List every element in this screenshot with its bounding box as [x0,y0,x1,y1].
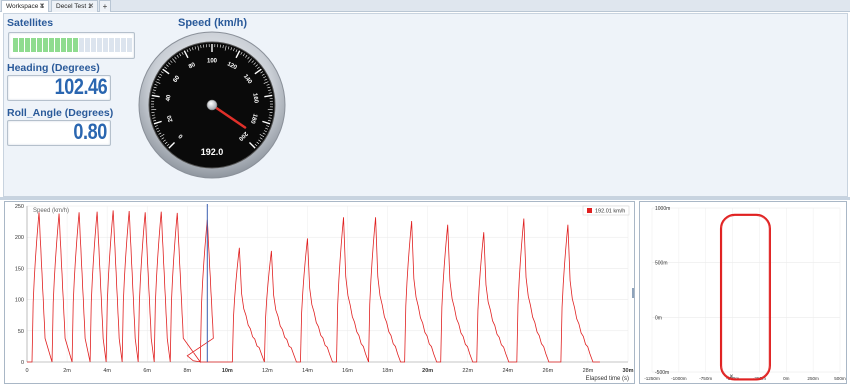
satellite-segment [49,38,54,52]
x-tick-label: 500m [834,376,846,381]
resize-handle[interactable] [632,288,634,298]
x-tick-label: 250m [807,376,819,381]
satellite-segment [13,38,18,52]
add-tab-button[interactable]: + [99,0,111,12]
satellite-segment [127,38,132,52]
satellite-segment [115,38,120,52]
track-map-chart[interactable]: 1000m500m0m-500m -1250m -1000m -750m -500m -… [640,202,846,383]
panel-splitter[interactable] [0,197,850,200]
x-tick-label: 10m [222,368,233,374]
app-window: Workspace 1 ✕ Decel Test 1 ✕ + Satellite… [0,0,850,387]
legend-label: 192.01 km/h [595,209,625,215]
x-tick-label: 8m [183,368,191,374]
x-tick-label: 2m [63,368,71,374]
satellite-segment [43,38,48,52]
map-y-ticks: 1000m500m0m-500m [655,206,670,376]
tab-workspace-1[interactable]: Workspace 1 ✕ [1,0,49,12]
chart-grid [26,205,629,363]
satellite-segment [79,38,84,52]
satellite-segment [73,38,78,52]
satellite-segment [91,38,96,52]
satellite-segment [97,38,102,52]
satellite-segment [19,38,24,52]
y-tick-label: 0m [655,315,662,321]
tab-bar: Workspace 1 ✕ Decel Test 1 ✕ + [0,0,850,12]
gauge-readout: 192.0 [201,147,224,157]
x-tick-label: 22m [462,368,473,374]
y-axis-ticks: 0 50 100 150 200 250 [15,204,24,366]
heading-value-box: 102.46 [7,74,111,101]
map-grid [651,207,841,373]
x-tick-label: -1000m [671,376,687,381]
heading-label: Heading (Degrees) [7,62,100,74]
tab-label: Decel Test 1 [56,3,92,10]
satellite-segment [37,38,42,52]
track-path [719,213,771,381]
x-tick-label: 30m [622,368,633,374]
y-tick-label: 1000m [655,206,670,212]
legend-swatch [587,208,592,213]
x-tick-label: 16m [342,368,353,374]
dashboard-panel: Satellites Heading (Degrees) 102.46 Roll… [3,13,848,197]
x-axis-label: Elapsed time (s) [586,376,629,382]
legend: 192.01 km/h [582,205,630,216]
vehicle-position-marker: × [729,374,733,381]
y-tick-label: 100 [15,298,24,304]
satellite-segment [121,38,126,52]
speed-chart-pane: 0 50 100 150 200 250 0 2m 4m 6m 8m 10m 12m 14m 16m 18m… [4,201,635,384]
gauge-hub [206,99,218,111]
y-tick-label: 50 [18,329,24,335]
satellite-segment [109,38,114,52]
y-tick-label: 250 [15,204,24,210]
x-tick-label: 4m [103,368,111,374]
x-tick-label: 26m [543,368,554,374]
speed-series-line [27,210,600,364]
speed-gauge: 020406080100 120140160180200 192.0 [138,31,286,179]
x-tick-label: -750m [699,376,712,381]
x-tick-label: 12m [262,368,273,374]
close-icon[interactable]: ✕ [39,1,45,13]
roll-angle-value: 0.80 [73,119,108,144]
satellites-indicator [8,32,135,59]
roll-angle-label: Roll_Angle (Degrees) [7,107,114,119]
satellite-segment [61,38,66,52]
x-tick-label: 6m [143,368,151,374]
heading-value: 102.46 [54,74,107,99]
x-tick-label: 24m [502,368,513,374]
x-tick-label: 0m [783,376,790,381]
x-tick-label: 18m [382,368,393,374]
x-tick-label: -1250m [644,376,660,381]
gauge-tick-label: 100 [207,59,218,65]
y-tick-label: 150 [15,266,24,272]
x-tick-label: 14m [302,368,313,374]
chart-title: Speed (km/h) [33,208,69,214]
satellite-segment [25,38,30,52]
satellites-label: Satellites [7,17,54,29]
x-axis-ticks: 0 2m 4m 6m 8m 10m 12m 14m 16m 18m 20m 22m 24m 26m 28m 3… [25,368,633,374]
y-tick-label: 500m [655,261,668,267]
satellite-segment [67,38,72,52]
satellite-segment [55,38,60,52]
roll-angle-value-box: 0.80 [7,119,111,146]
speed-time-chart[interactable]: 0 50 100 150 200 250 0 2m 4m 6m 8m 10m 12m 14m 16m 18m… [5,202,634,383]
close-icon[interactable]: ✕ [88,1,94,13]
y-tick-label: 0 [21,360,24,366]
satellite-segment [31,38,36,52]
x-tick-label: 28m [583,368,594,374]
satellite-segment [85,38,90,52]
x-tick-label: 20m [422,368,433,374]
speed-gauge-title: Speed (km/h) [178,17,248,29]
tab-decel-test-1[interactable]: Decel Test 1 ✕ [51,0,98,12]
track-map-pane: 1000m 500m 0m -500m -1250m -1000m -750m -500m -… [639,201,847,384]
satellite-segment [103,38,108,52]
track-path-inner [721,215,770,379]
x-tick-label: 0 [25,368,28,374]
y-tick-label: 200 [15,235,24,241]
